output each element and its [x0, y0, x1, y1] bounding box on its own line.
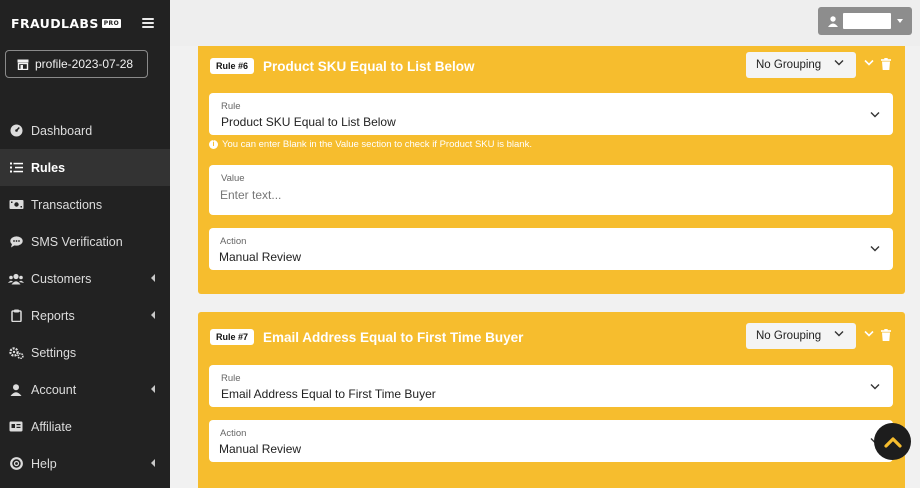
- customers-icon: [8, 271, 24, 287]
- affiliate-icon: [8, 419, 24, 435]
- value-field-label: Value: [221, 173, 245, 184]
- caret-left-icon: [151, 459, 155, 467]
- store-icon: [17, 59, 29, 70]
- action-field-value: Manual Review: [219, 250, 302, 264]
- trash-icon[interactable]: [881, 329, 891, 341]
- rule-field-value: Email Address Equal to First Time Buyer: [221, 387, 436, 401]
- rules-list-icon: [8, 160, 24, 176]
- rule-card-header: Rule #7 Email Address Equal to First Tim…: [210, 323, 893, 349]
- sidebar-item-reports[interactable]: Reports: [0, 297, 170, 334]
- rule-title: Email Address Equal to First Time Buyer: [263, 329, 524, 345]
- transactions-icon: [8, 197, 24, 213]
- chevron-down-icon: [834, 331, 844, 337]
- help-icon: [8, 456, 24, 472]
- sidebar-item-rules[interactable]: Rules: [0, 149, 170, 186]
- sidebar-nav: Dashboard Rules Transactions SMS Verific…: [0, 112, 170, 482]
- value-hint: i You can enter Blank in the Value secti…: [209, 139, 532, 150]
- rule-field-label: Rule: [221, 101, 241, 112]
- dashboard-icon: [8, 123, 24, 139]
- caret-left-icon: [151, 274, 155, 282]
- rule-field-label: Rule: [221, 373, 241, 384]
- sidebar-item-affiliate[interactable]: Affiliate: [0, 408, 170, 445]
- fraudlabs-logo[interactable]: FRAUDLABS PRO: [11, 15, 122, 31]
- sidebar-item-label: Dashboard: [31, 123, 93, 138]
- caret-left-icon: [151, 385, 155, 393]
- sidebar-item-label: Rules: [31, 160, 66, 175]
- sidebar-item-label: Transactions: [31, 197, 103, 212]
- chevron-down-icon: [834, 60, 844, 66]
- rule-select[interactable]: Rule Email Address Equal to First Time B…: [209, 365, 893, 407]
- brand-bar: FRAUDLABS PRO: [0, 0, 170, 46]
- user-icon: [828, 15, 838, 27]
- logo-text: FRAUDLABS: [11, 15, 99, 31]
- settings-icon: [8, 345, 24, 361]
- sidebar-item-settings[interactable]: Settings: [0, 334, 170, 371]
- sidebar-item-label: SMS Verification: [31, 234, 123, 249]
- sidebar: FRAUDLABS PRO profile-2023-07-28 Dashboa…: [0, 0, 170, 488]
- user-name-redacted: [843, 13, 891, 29]
- action-field-value: Manual Review: [219, 442, 302, 456]
- sidebar-item-label: Account: [31, 382, 77, 397]
- user-menu-button[interactable]: [818, 7, 912, 35]
- rule-select[interactable]: Rule Product SKU Equal to List Below: [209, 93, 893, 135]
- grouping-value: No Grouping: [756, 59, 822, 71]
- sidebar-item-label: Reports: [31, 308, 75, 323]
- caret-down-icon: [897, 19, 903, 23]
- sidebar-item-sms-verification[interactable]: SMS Verification: [0, 223, 170, 260]
- scroll-to-top-button[interactable]: [874, 423, 911, 460]
- action-field-label: Action: [220, 428, 247, 439]
- rule-field-value: Product SKU Equal to List Below: [221, 115, 396, 129]
- sidebar-item-label: Help: [31, 456, 57, 471]
- grouping-select[interactable]: No Grouping: [746, 52, 856, 78]
- profile-label: profile-2023-07-28: [35, 57, 134, 71]
- reports-icon: [8, 308, 24, 324]
- sidebar-item-account[interactable]: Account: [0, 371, 170, 408]
- sms-icon: [8, 234, 24, 250]
- chevron-down-icon: [870, 112, 880, 118]
- action-select[interactable]: Action Manual Review: [209, 228, 893, 270]
- rule-card-6: Rule #6 Product SKU Equal to List Below …: [198, 46, 905, 294]
- chevron-down-icon: [870, 246, 880, 252]
- action-field-label: Action: [220, 236, 247, 247]
- rule-number-badge: Rule #7: [210, 329, 255, 345]
- sidebar-item-transactions[interactable]: Transactions: [0, 186, 170, 223]
- value-field: Value: [209, 165, 893, 215]
- collapse-chevron-icon[interactable]: [864, 59, 874, 66]
- grouping-value: No Grouping: [756, 330, 822, 342]
- account-icon: [8, 382, 24, 398]
- collapse-chevron-icon[interactable]: [864, 330, 874, 337]
- rule-card-7: Rule #7 Email Address Equal to First Tim…: [198, 312, 905, 488]
- rule-title: Product SKU Equal to List Below: [263, 58, 475, 74]
- rule-number-badge: Rule #6: [210, 58, 255, 74]
- value-input[interactable]: [220, 188, 860, 202]
- sidebar-item-dashboard[interactable]: Dashboard: [0, 112, 170, 149]
- info-icon: i: [209, 140, 218, 149]
- chevron-down-icon: [870, 384, 880, 390]
- action-select[interactable]: Action Manual Review: [209, 420, 893, 462]
- sidebar-item-help[interactable]: Help: [0, 445, 170, 482]
- sidebar-item-label: Customers: [31, 271, 92, 286]
- menu-toggle-icon[interactable]: [142, 18, 154, 28]
- chevron-up-icon: [883, 436, 902, 448]
- hint-text: You can enter Blank in the Value section…: [222, 139, 532, 150]
- top-bar: [170, 0, 920, 46]
- sidebar-item-customers[interactable]: Customers: [0, 260, 170, 297]
- sidebar-item-label: Settings: [31, 345, 77, 360]
- caret-left-icon: [151, 311, 155, 319]
- sidebar-item-label: Affiliate: [31, 419, 72, 434]
- trash-icon[interactable]: [881, 58, 891, 70]
- logo-pro-badge: PRO: [101, 18, 122, 28]
- rule-card-header: Rule #6 Product SKU Equal to List Below …: [210, 52, 893, 78]
- profile-selector[interactable]: profile-2023-07-28: [5, 50, 148, 78]
- grouping-select[interactable]: No Grouping: [746, 323, 856, 349]
